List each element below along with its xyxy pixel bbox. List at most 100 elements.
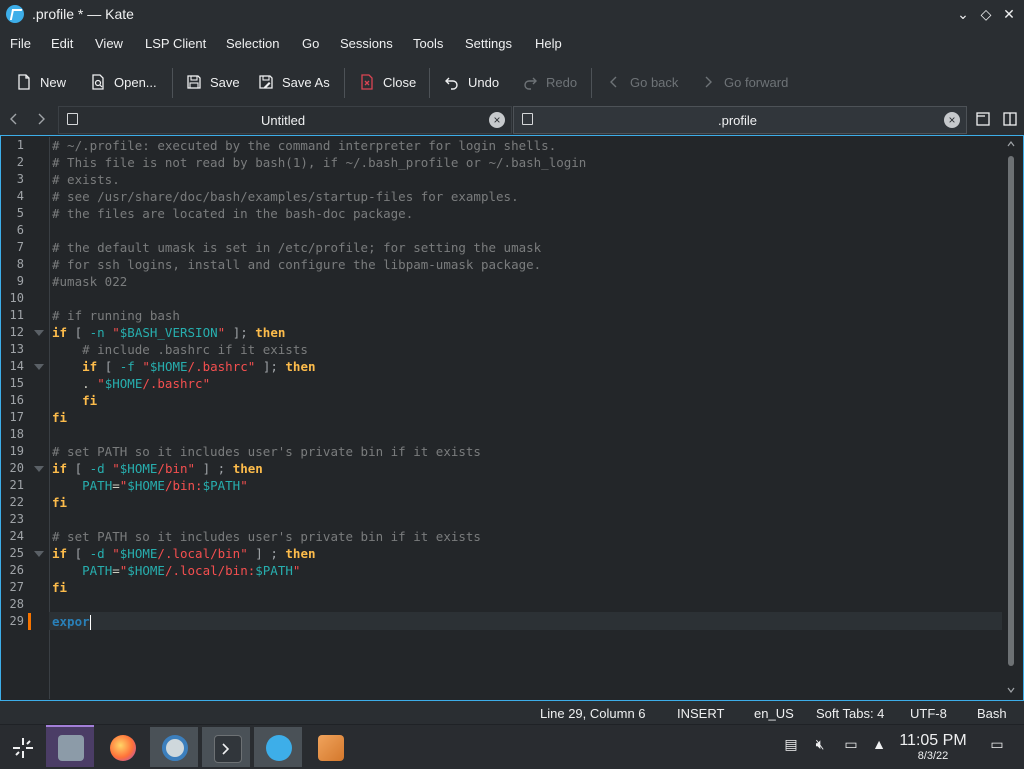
menu-settings[interactable]: Settings — [465, 36, 512, 51]
fold-arrow-icon[interactable] — [34, 330, 44, 336]
line-number: 23 — [9, 512, 24, 526]
tab-profile[interactable]: .profile × — [513, 106, 967, 134]
line-number: 27 — [9, 580, 24, 594]
code-line: # if running bash — [52, 308, 180, 323]
close-window-button[interactable]: ✕ — [1000, 5, 1018, 23]
menu-sessions[interactable]: Sessions — [340, 36, 393, 51]
close-button[interactable]: Close — [359, 68, 416, 96]
tab-scroll-left-icon[interactable] — [6, 110, 22, 128]
fold-arrow-icon[interactable] — [34, 466, 44, 472]
tray-expand-icon[interactable]: ▲ — [871, 736, 887, 752]
line-number: 24 — [9, 529, 24, 543]
new-document-icon — [16, 74, 32, 90]
taskbar-kate[interactable] — [254, 727, 302, 767]
tab-untitled[interactable]: Untitled × — [58, 106, 512, 134]
show-desktop-icon[interactable]: ▭ — [989, 736, 1005, 752]
terminal-icon — [214, 735, 242, 763]
line-number: 14 — [9, 359, 24, 373]
code-line: expor — [52, 614, 91, 630]
launcher-icon — [13, 738, 33, 758]
new-button[interactable]: New — [16, 68, 66, 96]
menu-go[interactable]: Go — [302, 36, 319, 51]
chromium-icon — [162, 735, 188, 761]
code-line: # exists. — [52, 172, 120, 187]
taskbar-terminal[interactable] — [202, 727, 250, 767]
indentation-setting[interactable]: Soft Tabs: 4 — [816, 706, 884, 721]
new-tab-icon[interactable] — [975, 111, 991, 127]
encoding-selector[interactable]: UTF-8 — [910, 706, 947, 721]
modified-line-marker — [28, 613, 31, 630]
taskbar-firefox[interactable] — [98, 727, 146, 767]
undo-button[interactable]: Undo — [444, 68, 499, 96]
code-line: # see /usr/share/doc/bash/examples/start… — [52, 189, 519, 204]
code-line: if [ -f "$HOME/.bashrc" ]; then — [82, 359, 316, 374]
application-launcher[interactable] — [0, 727, 48, 767]
clipboard-icon[interactable]: ▤ — [783, 736, 799, 752]
clock-date: 8/3/22 — [917, 750, 949, 762]
line-number: 9 — [16, 274, 24, 288]
menu-lsp-client[interactable]: LSP Client — [145, 36, 206, 51]
clock[interactable]: 11:05 PM 8/3/22 — [897, 732, 969, 763]
go-back-button[interactable]: Go back — [606, 68, 678, 96]
scrollbar-thumb[interactable] — [1008, 156, 1014, 666]
line-number: 11 — [9, 308, 24, 322]
save-icon — [186, 74, 202, 90]
redo-button[interactable]: Redo — [522, 68, 577, 96]
menu-help[interactable]: Help — [535, 36, 562, 51]
menu-tools[interactable]: Tools — [413, 36, 443, 51]
dictionary-selector[interactable]: en_US — [754, 706, 794, 721]
input-mode[interactable]: INSERT — [677, 706, 724, 721]
text-caret — [89, 615, 91, 630]
tab-scroll-right-icon[interactable] — [33, 110, 49, 128]
display-icon[interactable]: ▭ — [843, 736, 859, 752]
open-document-icon — [90, 74, 106, 90]
line-number: 26 — [9, 563, 24, 577]
toolbar-separator — [344, 68, 345, 98]
cursor-position[interactable]: Line 29, Column 6 — [540, 706, 646, 721]
line-number: 5 — [16, 206, 24, 220]
go-forward-button[interactable]: Go forward — [700, 68, 788, 96]
taskbar-app[interactable] — [306, 727, 354, 767]
scroll-down-icon[interactable] — [1007, 686, 1015, 694]
taskbar-file-manager[interactable] — [46, 725, 94, 767]
save-button[interactable]: Save — [186, 68, 240, 96]
fold-arrow-icon[interactable] — [34, 551, 44, 557]
chevron-left-icon — [606, 74, 622, 90]
folder-icon — [58, 735, 84, 761]
code-line: # ~/.profile: executed by the command in… — [52, 138, 557, 153]
syntax-mode-selector[interactable]: Bash — [977, 706, 1007, 721]
fold-arrow-icon[interactable] — [34, 364, 44, 370]
save-as-button[interactable]: Save As — [258, 68, 330, 96]
line-number: 20 — [9, 461, 24, 475]
vertical-scrollbar[interactable] — [1004, 138, 1018, 698]
menu-edit[interactable]: Edit — [51, 36, 73, 51]
split-view-icon[interactable] — [1002, 111, 1018, 127]
menu-selection[interactable]: Selection — [226, 36, 279, 51]
line-number: 22 — [9, 495, 24, 509]
code-line: PATH="$HOME/bin:$PATH" — [82, 478, 248, 493]
code-line: if [ -d "$HOME/bin" ] ; then — [52, 461, 263, 476]
menu-bar: File Edit View LSP Client Selection Go S… — [0, 32, 1024, 58]
maximize-button[interactable]: ◇ — [977, 5, 995, 23]
line-number: 12 — [9, 325, 24, 339]
line-number: 8 — [16, 257, 24, 271]
code-line: #umask 022 — [52, 274, 128, 289]
taskbar-chromium[interactable] — [150, 727, 198, 767]
firefox-icon — [110, 735, 136, 761]
toolbar-separator — [429, 68, 430, 98]
minimize-button[interactable]: ⌄ — [954, 5, 972, 23]
menu-view[interactable]: View — [95, 36, 123, 51]
tab-close-icon[interactable]: × — [489, 112, 505, 128]
scroll-up-icon[interactable] — [1007, 140, 1015, 148]
line-number: 17 — [9, 410, 24, 424]
line-number: 19 — [9, 444, 24, 458]
tab-close-icon[interactable]: × — [944, 112, 960, 128]
line-number: 15 — [9, 376, 24, 390]
menu-file[interactable]: File — [10, 36, 31, 51]
open-button[interactable]: Open... — [90, 68, 157, 96]
volume-muted-icon[interactable]: 🔇︎ — [812, 736, 828, 752]
